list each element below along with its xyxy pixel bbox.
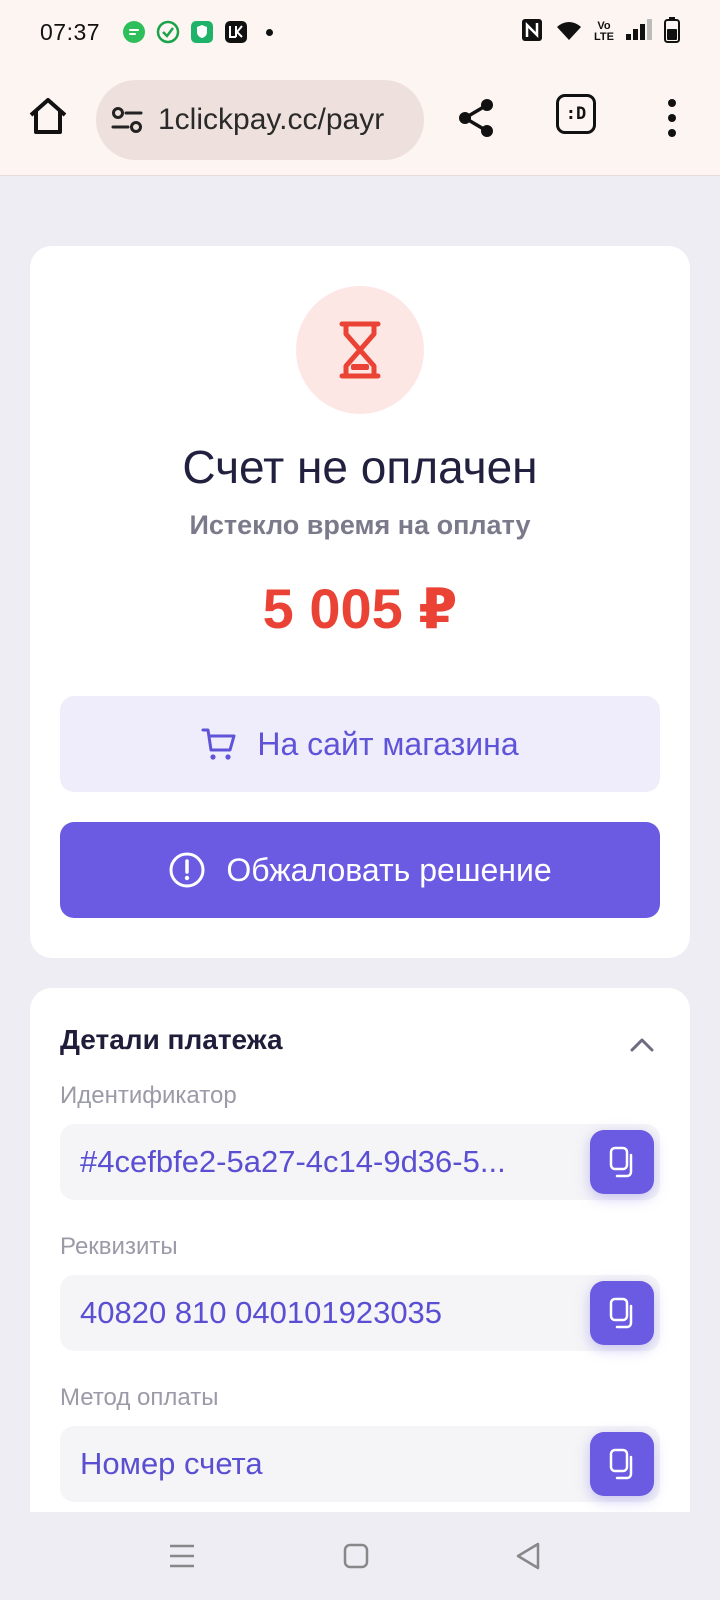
requisites-value: 40820 810 040101923035 [80, 1295, 443, 1330]
identifier-field: #4cefbfe2-5a27-4c14-9d36-5... [60, 1124, 660, 1200]
square-home-icon [343, 1543, 369, 1569]
home-nav-button[interactable] [336, 1536, 376, 1576]
share-button[interactable] [452, 94, 500, 142]
requisites-label: Реквизиты [60, 1233, 178, 1260]
copy-requisites-button[interactable] [590, 1281, 654, 1345]
dot-icon [266, 28, 274, 36]
extension-button[interactable]: :D [556, 94, 596, 134]
nfc-icon [520, 17, 544, 48]
share-icon [459, 99, 493, 137]
status-title: Счет не оплачен [182, 441, 538, 493]
notification-icons [122, 20, 274, 44]
payment-method-field: Номер счета [60, 1426, 660, 1502]
identifier-value: #4cefbfe2-5a27-4c14-9d36-5... [80, 1144, 506, 1179]
home-button[interactable] [24, 92, 72, 140]
recents-icon [170, 1544, 194, 1568]
details-header: Детали платежа [60, 1024, 283, 1055]
status-bar: 07:37 Vo LTE [0, 0, 720, 64]
back-to-shop-label: На сайт магазина [257, 725, 519, 762]
address-bar[interactable]: 1clickpay.cc/payr [96, 80, 424, 160]
appeal-decision-label: Обжаловать решение [226, 851, 552, 888]
payment-details-card: Детали платежа Идентификатор #4cefbfe2-5… [30, 988, 690, 1548]
payment-method-value: Номер счета [80, 1446, 263, 1481]
more-menu-button[interactable] [654, 94, 690, 142]
back-to-shop-button[interactable]: На сайт магазина [60, 696, 660, 792]
site-settings-icon[interactable] [110, 103, 144, 137]
payment-status-card: Счет не оплачен Истекло время на оплату … [30, 246, 690, 958]
cart-icon [201, 726, 237, 762]
copy-icon [609, 1146, 633, 1178]
wifi-icon [554, 18, 584, 47]
battery-icon [664, 16, 680, 48]
copy-payment-method-button[interactable] [590, 1432, 654, 1496]
copy-identifier-button[interactable] [590, 1130, 654, 1194]
back-button[interactable] [508, 1536, 548, 1576]
system-navigation-bar [0, 1512, 720, 1600]
shield-app-icon [190, 20, 214, 44]
back-triangle-icon [516, 1542, 540, 1570]
home-icon [29, 98, 67, 134]
chevron-up-icon[interactable] [628, 1034, 656, 1054]
alert-circle-icon [168, 851, 206, 889]
appeal-decision-button[interactable]: Обжаловать решение [60, 822, 660, 918]
copy-icon [609, 1297, 633, 1329]
volte-bottom-label: LTE [594, 31, 614, 43]
volte-icon: Vo LTE [594, 21, 614, 43]
menu-dot-icon [668, 114, 676, 122]
system-icons: Vo LTE [520, 16, 680, 48]
recents-button[interactable] [162, 1536, 202, 1576]
check-app-icon [156, 20, 180, 44]
chat-app-icon [122, 20, 146, 44]
copy-icon [609, 1448, 633, 1480]
expired-badge [296, 286, 424, 414]
identifier-label: Идентификатор [60, 1082, 237, 1109]
url-text: 1clickpay.cc/payr [158, 103, 385, 136]
status-time: 07:37 [40, 18, 101, 45]
menu-dot-icon [668, 129, 676, 137]
menu-dot-icon [668, 99, 676, 107]
requisites-field: 40820 810 040101923035 [60, 1275, 660, 1351]
payment-method-label: Метод оплаты [60, 1384, 219, 1411]
bank-app-icon [224, 20, 248, 44]
browser-toolbar: 1clickpay.cc/payr :D [0, 64, 720, 176]
status-subtitle: Истекло время на оплату [189, 510, 531, 540]
signal-icon [624, 18, 654, 47]
hourglass-icon [339, 321, 381, 379]
payment-amount: 5 005 ₽ [262, 577, 458, 640]
